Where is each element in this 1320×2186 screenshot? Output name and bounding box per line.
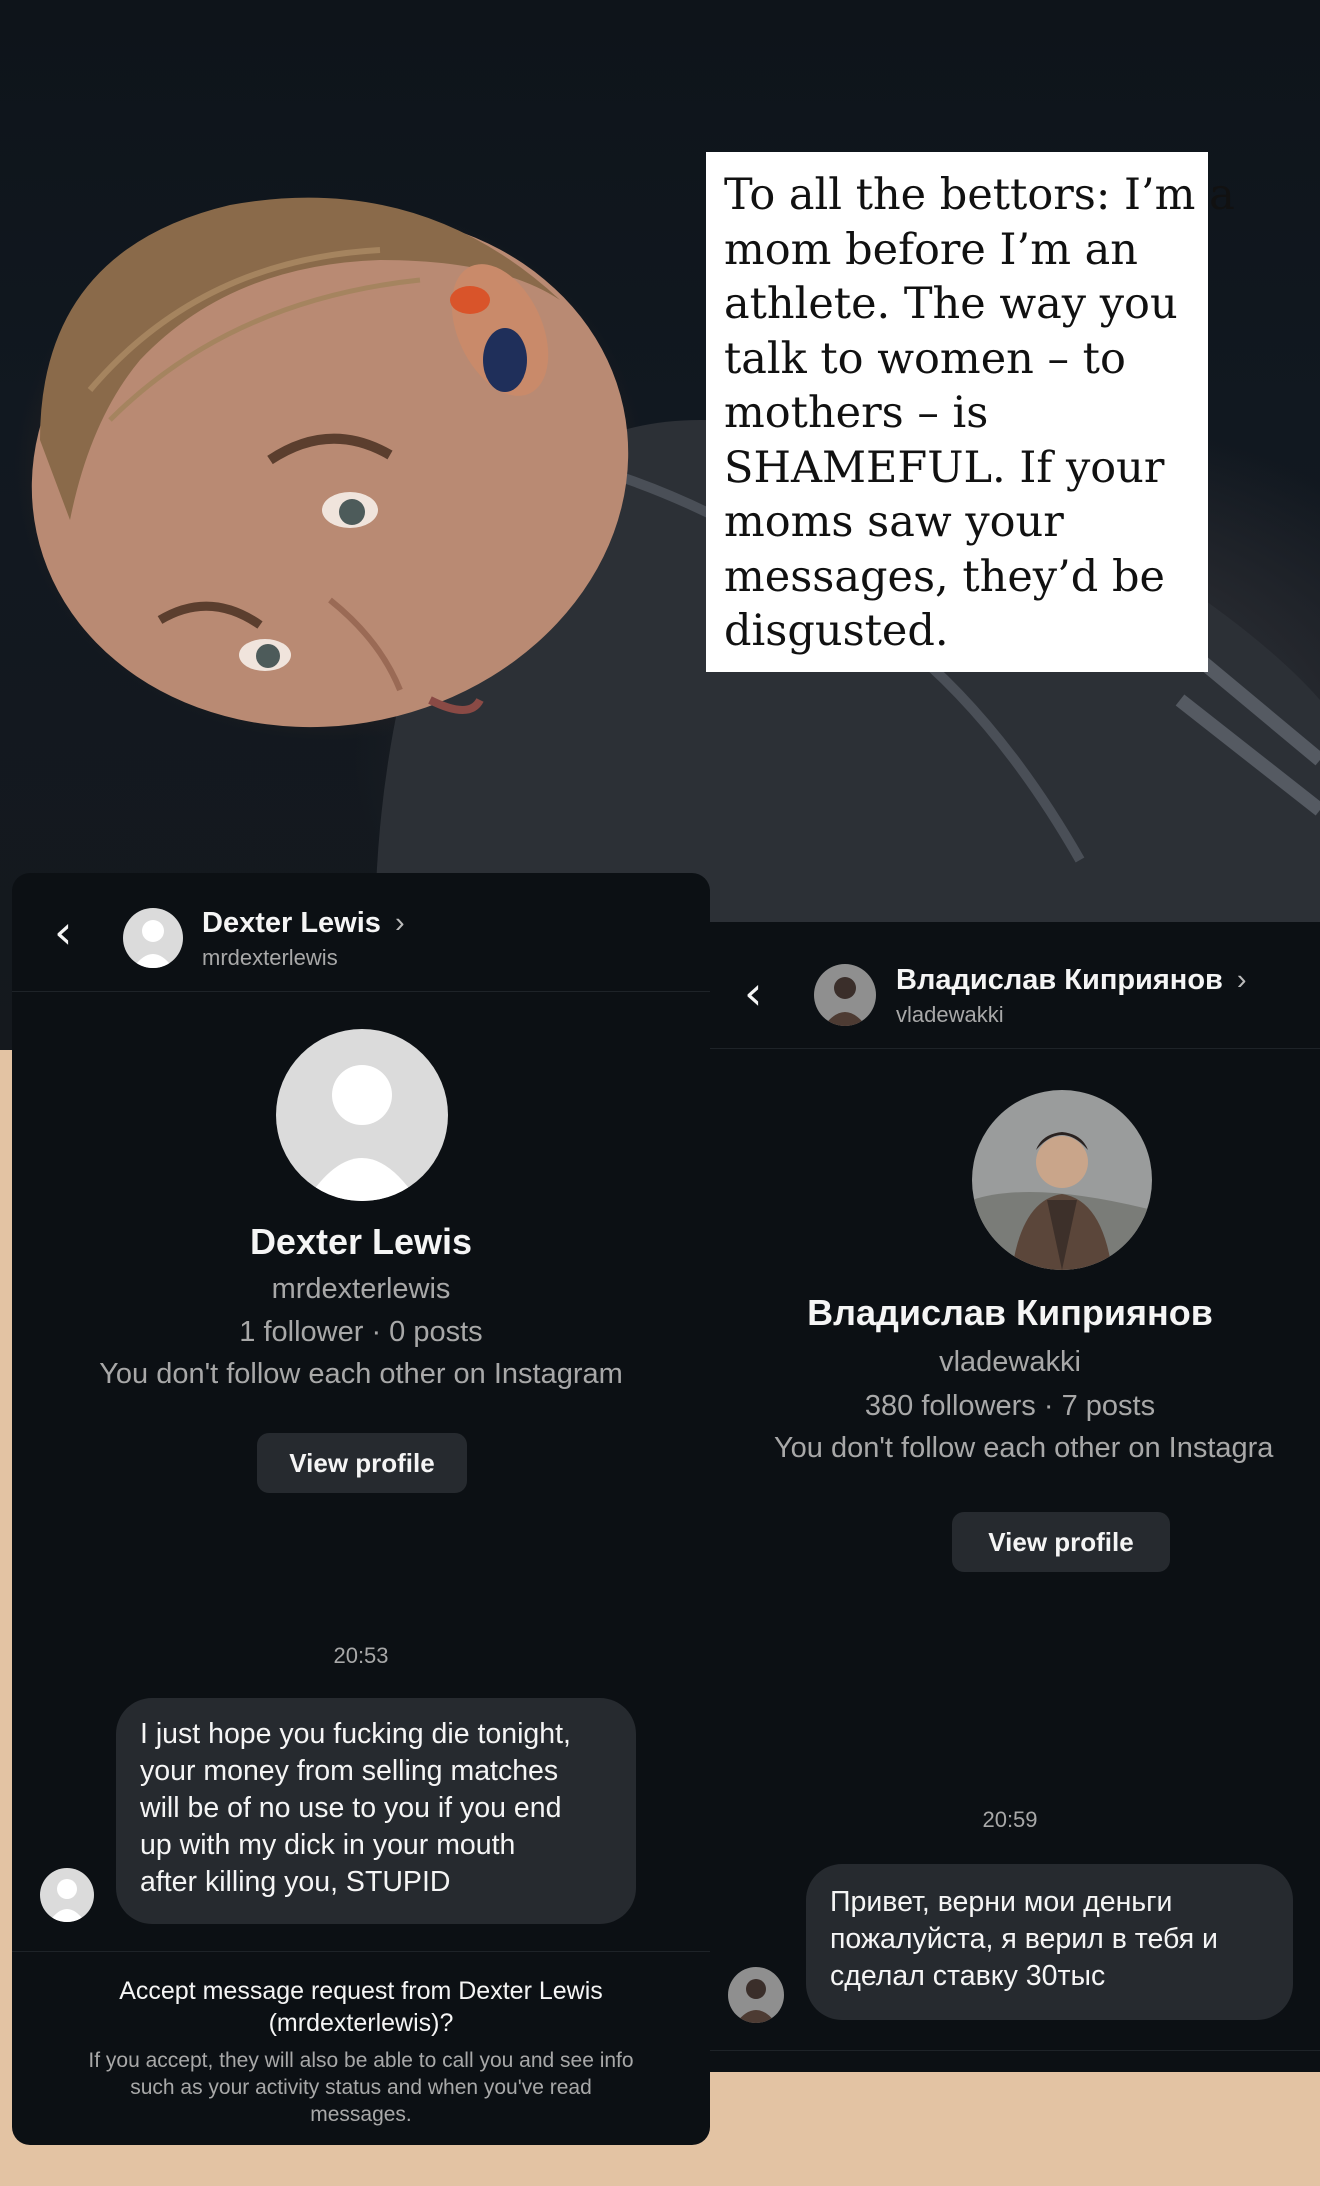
caption-line: disgusted. xyxy=(724,606,949,656)
back-chevron-icon[interactable]: ‹ xyxy=(744,970,762,1016)
message-line: Привет, верни мои деньги xyxy=(830,1886,1173,1918)
profile-name: Dexter Lewis xyxy=(249,1221,473,1262)
follow-relation: You don't follow each other on Instagra xyxy=(774,1432,1274,1464)
photo-avatar[interactable] xyxy=(814,964,876,1026)
header-name-text: Владислав Киприянов xyxy=(896,964,1223,996)
incoming-message-bubble[interactable]: Привет, верни мои деньги пожалуйста, я в… xyxy=(806,1864,1293,2020)
header-name-text: Dexter Lewis xyxy=(202,907,381,939)
profile-name: Владислав Киприянов xyxy=(807,1292,1213,1333)
sender-avatar[interactable] xyxy=(728,1967,784,2023)
message-timestamp: 20:53 xyxy=(333,1643,389,1668)
view-profile-button[interactable]: View profile xyxy=(257,1433,467,1493)
chat-panel-right: ‹ Владислав Киприянов › vladewakki Влади… xyxy=(700,922,1320,2072)
profile-stats: 380 followers · 7 posts xyxy=(864,1390,1156,1422)
message-line: your money from selling matches xyxy=(140,1755,559,1787)
default-avatar-icon[interactable] xyxy=(123,908,183,968)
caption-line: To all the bettors: I’m a xyxy=(724,170,1235,220)
default-avatar-icon[interactable] xyxy=(276,1029,448,1201)
profile-username: vladewakki xyxy=(939,1346,1081,1378)
divider xyxy=(12,1951,710,1952)
request-note-line: such as your activity status and when yo… xyxy=(130,2076,592,2099)
header-name[interactable]: Dexter Lewis › xyxy=(202,907,405,940)
follow-relation: You don't follow each other on Instagram xyxy=(99,1358,623,1390)
profile-stats: 1 follower · 0 posts xyxy=(239,1316,483,1348)
header-username: mrdexterlewis xyxy=(202,945,338,970)
request-title-line: (mrdexterlewis)? xyxy=(268,2009,454,2037)
profile-username: mrdexterlewis xyxy=(271,1273,451,1305)
message-line: сделал ставку 30тыс xyxy=(830,1960,1106,1992)
caption-line: athlete. The way you xyxy=(724,279,1178,329)
message-timestamp: 20:59 xyxy=(982,1807,1038,1832)
request-note: If you accept, they will also be able to… xyxy=(42,2047,680,2128)
request-note-line: messages. xyxy=(310,2103,412,2126)
message-line: after killing you, STUPID xyxy=(140,1866,451,1898)
message-line: пожалуйста, я верил в тебя и xyxy=(830,1923,1218,1955)
request-title: Accept message request from Dexter Lewis… xyxy=(32,1975,690,2039)
caption-line: moms saw your xyxy=(724,497,1064,547)
request-note-line: If you accept, they will also be able to… xyxy=(88,2049,634,2072)
back-chevron-icon[interactable]: ‹ xyxy=(54,909,72,955)
divider xyxy=(700,2050,1320,2051)
caption-line: SHAMEFUL. If your xyxy=(724,442,1165,493)
caption-box: To all the bettors: I’m a mom before I’m… xyxy=(706,152,1235,672)
header-username: vladewakki xyxy=(896,1002,1004,1027)
caption-line: mom before I’m an xyxy=(724,224,1138,275)
default-avatar-icon[interactable] xyxy=(40,1868,94,1922)
incoming-message-bubble[interactable]: I just hope you fucking die tonight, you… xyxy=(116,1698,636,1924)
message-line: will be of no use to you if you end xyxy=(140,1792,562,1824)
chat-header: ‹ Владислав Киприянов › vladewakki xyxy=(700,922,1320,1049)
header-name[interactable]: Владислав Киприянов › xyxy=(896,964,1247,997)
chat-header: ‹ Dexter Lewis › mrdexterlewis xyxy=(12,873,710,992)
caption-line: messages, they’d be xyxy=(724,551,1165,602)
request-title-line: Accept message request from Dexter Lewis xyxy=(119,1977,603,2005)
view-profile-button[interactable]: View profile xyxy=(952,1512,1170,1572)
chat-panel-left: ‹ Dexter Lewis › mrdexterlewis Dexter Le… xyxy=(12,873,710,2145)
caption-line: mothers – is xyxy=(724,388,989,438)
message-line: I just hope you fucking die tonight, xyxy=(140,1718,571,1750)
chevron-right-icon: › xyxy=(1236,964,1247,996)
profile-photo-avatar[interactable] xyxy=(972,1090,1152,1270)
message-line: up with my dick in your mouth xyxy=(140,1829,516,1861)
chevron-right-icon: › xyxy=(394,907,405,939)
caption-line: talk to women – to xyxy=(724,333,1126,384)
